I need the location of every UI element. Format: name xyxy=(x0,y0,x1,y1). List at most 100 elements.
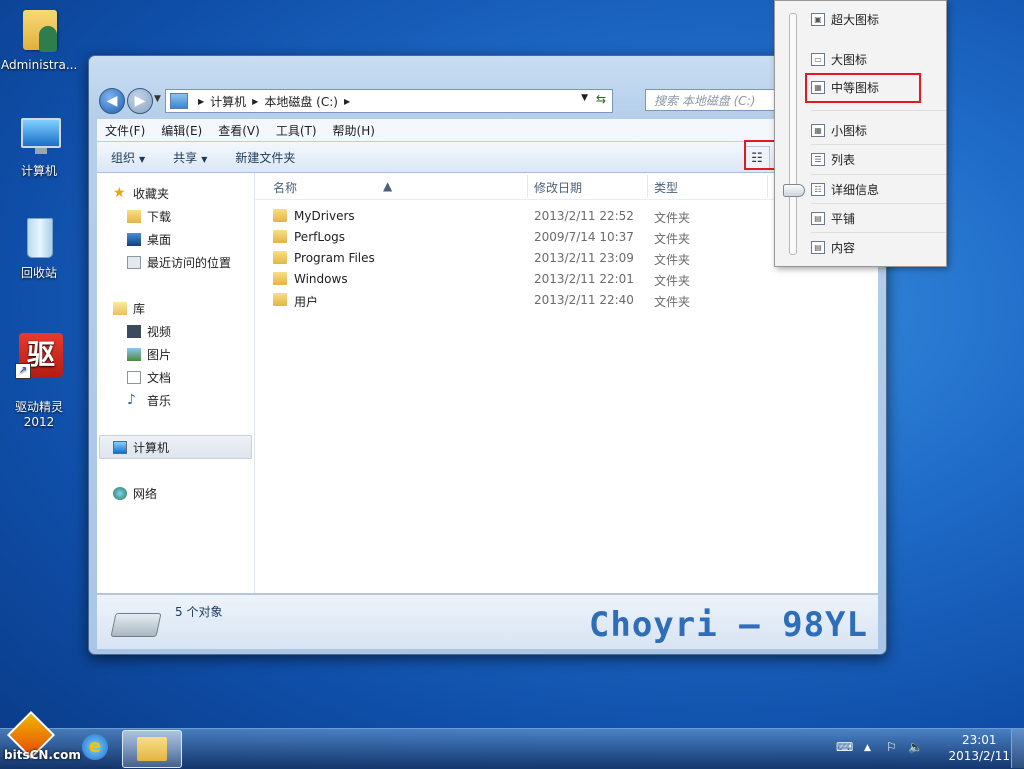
music-icon: ♪ xyxy=(127,391,136,408)
content-area: ★ 收藏夹 下载 桌面 最近访问的位置 库 视频 图片 文档 ♪ 音乐 计算机 网络… xyxy=(97,173,878,593)
show-hidden-icons-icon[interactable]: ▲ xyxy=(864,743,871,753)
file-name: MyDrivers xyxy=(294,209,355,223)
nav-libraries[interactable]: 库 xyxy=(113,298,145,318)
column-date-modified[interactable]: 修改日期 xyxy=(534,179,582,196)
chevron-right-icon[interactable]: ▶ xyxy=(252,97,258,106)
details-icon: ☷ xyxy=(811,182,825,196)
recent-pages-dropdown[interactable]: ▼ xyxy=(154,94,161,104)
folder-icon xyxy=(273,251,287,264)
folder-icon xyxy=(273,272,287,285)
explorer-window: ◀ ▶ ▼ ▶ 计算机 ▶ 本地磁盘 (C:) ▶ ▼ ⇆ 搜索 本地磁盘 (C… xyxy=(88,55,887,655)
share-button[interactable]: 共享 ▼ xyxy=(159,149,221,166)
file-date: 2013/2/11 22:40 xyxy=(534,293,634,307)
nav-favorites[interactable]: ★ 收藏夹 xyxy=(113,183,169,203)
view-large-icons[interactable]: ▭ 大图标 xyxy=(811,49,867,69)
desktop-icon-administrator[interactable]: Administra... xyxy=(1,6,77,73)
recent-places-icon xyxy=(127,255,141,269)
address-dropdown-icon[interactable]: ▼ xyxy=(581,93,588,103)
hard-drive-icon xyxy=(110,613,162,637)
details-pane: 5 个对象 Choyri — 98YL xyxy=(97,594,878,649)
nav-pictures[interactable]: 图片 xyxy=(127,344,171,364)
show-desktop-button[interactable] xyxy=(1011,729,1024,768)
view-extra-large-icons[interactable]: ▣ 超大图标 xyxy=(811,9,879,29)
list-icon: ☰ xyxy=(811,152,825,166)
menu-help[interactable]: 帮助(H) xyxy=(325,122,383,139)
search-input[interactable]: 搜索 本地磁盘 (C:) xyxy=(645,89,785,111)
back-button[interactable]: ◀ xyxy=(99,88,125,114)
internet-explorer-icon[interactable]: e xyxy=(82,734,108,760)
folder-icon xyxy=(273,293,287,306)
nav-downloads[interactable]: 下载 xyxy=(127,206,171,226)
slider-thumb[interactable] xyxy=(783,184,805,197)
menu-bar: 文件(F) 编辑(E) 查看(V) 工具(T) 帮助(H) xyxy=(97,119,878,141)
caret-down-icon: ▼ xyxy=(201,154,208,164)
nav-desktop[interactable]: 桌面 xyxy=(127,229,171,249)
start-button[interactable]: bitsCN.com xyxy=(0,710,90,768)
user-folder-icon xyxy=(15,6,63,54)
column-type[interactable]: 类型 xyxy=(654,179,678,196)
keyboard-icon[interactable]: ⌨ xyxy=(836,740,853,754)
folder-icon xyxy=(273,209,287,222)
desktop-icon-label: 驱动精灵 2012 xyxy=(14,400,63,429)
view-small-icons[interactable]: ▦ 小图标 xyxy=(811,120,867,140)
network-tray-icon[interactable]: ⚐ xyxy=(886,740,897,754)
menu-view[interactable]: 查看(V) xyxy=(210,122,268,139)
document-icon xyxy=(127,370,141,384)
library-icon xyxy=(113,301,127,315)
volume-icon[interactable]: 🔈 xyxy=(908,740,923,754)
forward-button[interactable]: ▶ xyxy=(127,88,153,114)
menu-edit[interactable]: 编辑(E) xyxy=(153,122,210,139)
nav-computer[interactable]: 计算机 xyxy=(113,437,169,457)
chevron-right-icon[interactable]: ▶ xyxy=(198,97,204,106)
file-type: 文件夹 xyxy=(654,232,691,246)
nav-recent-places[interactable]: 最近访问的位置 xyxy=(127,252,231,272)
taskbar-explorer-button[interactable] xyxy=(122,730,182,768)
file-type: 文件夹 xyxy=(654,253,691,267)
file-row[interactable]: Windows 2013/2/11 22:01 文件夹 xyxy=(255,269,878,290)
network-icon xyxy=(113,486,127,500)
file-name: PerfLogs xyxy=(294,230,346,244)
shortcut-arrow-icon: ↗ xyxy=(15,363,31,379)
file-name: 用户 xyxy=(294,295,319,309)
navigation-pane: ★ 收藏夹 下载 桌面 最近访问的位置 库 视频 图片 文档 ♪ 音乐 计算机 网络 xyxy=(97,173,255,593)
file-name: Windows xyxy=(294,272,348,286)
view-content[interactable]: ▤ 内容 xyxy=(811,237,855,257)
breadcrumb-computer[interactable]: 计算机 xyxy=(210,93,246,110)
refresh-icon[interactable]: ⇆ xyxy=(592,92,610,108)
new-folder-button[interactable]: 新建文件夹 xyxy=(221,149,309,166)
arrow-left-icon: ◀ xyxy=(106,93,118,109)
breadcrumb-local-disk[interactable]: 本地磁盘 (C:) xyxy=(264,93,338,110)
view-details[interactable]: ☷ 详细信息 xyxy=(811,179,879,199)
file-date: 2013/2/11 23:09 xyxy=(534,251,634,265)
video-icon xyxy=(127,324,141,338)
menu-file[interactable]: 文件(F) xyxy=(97,122,153,139)
column-name[interactable]: 名称 xyxy=(273,179,297,196)
folder-icon xyxy=(137,737,167,761)
file-row[interactable]: 用户 2013/2/11 22:40 文件夹 xyxy=(255,290,878,311)
computer-icon xyxy=(15,112,63,160)
view-size-slider[interactable] xyxy=(789,13,797,255)
computer-icon xyxy=(170,93,188,109)
address-bar[interactable]: ▶ 计算机 ▶ 本地磁盘 (C:) ▶ ▼ ⇆ xyxy=(165,89,613,113)
chevron-right-icon[interactable]: ▶ xyxy=(344,97,350,106)
clock[interactable]: 23:01 2013/2/11 xyxy=(948,732,1010,764)
desktop-icon-drivers[interactable]: 驱 ↗ 驱动精灵 2012 xyxy=(1,318,77,445)
desktop-icon-label: 计算机 xyxy=(20,164,57,178)
nav-music[interactable]: ♪ 音乐 xyxy=(127,390,171,410)
menu-tools[interactable]: 工具(T) xyxy=(268,122,325,139)
organize-button[interactable]: 组织 ▼ xyxy=(97,149,159,166)
nav-network[interactable]: 网络 xyxy=(113,483,157,503)
file-type: 文件夹 xyxy=(654,295,691,309)
nav-videos[interactable]: 视频 xyxy=(127,321,171,341)
desktop-icon-computer[interactable]: 计算机 xyxy=(1,112,77,179)
view-list[interactable]: ☰ 列表 xyxy=(811,149,855,169)
desktop-icon-recycle-bin[interactable]: 回收站 xyxy=(1,214,77,281)
item-count: 5 个对象 xyxy=(175,605,223,619)
download-folder-icon xyxy=(127,209,141,223)
view-tiles[interactable]: ▤ 平铺 xyxy=(811,208,855,228)
folder-icon xyxy=(273,230,287,243)
nav-documents[interactable]: 文档 xyxy=(127,367,171,387)
medium-icons-highlight xyxy=(805,73,921,103)
drivers-app-icon: 驱 ↗ xyxy=(15,333,63,381)
computer-icon xyxy=(113,440,127,454)
